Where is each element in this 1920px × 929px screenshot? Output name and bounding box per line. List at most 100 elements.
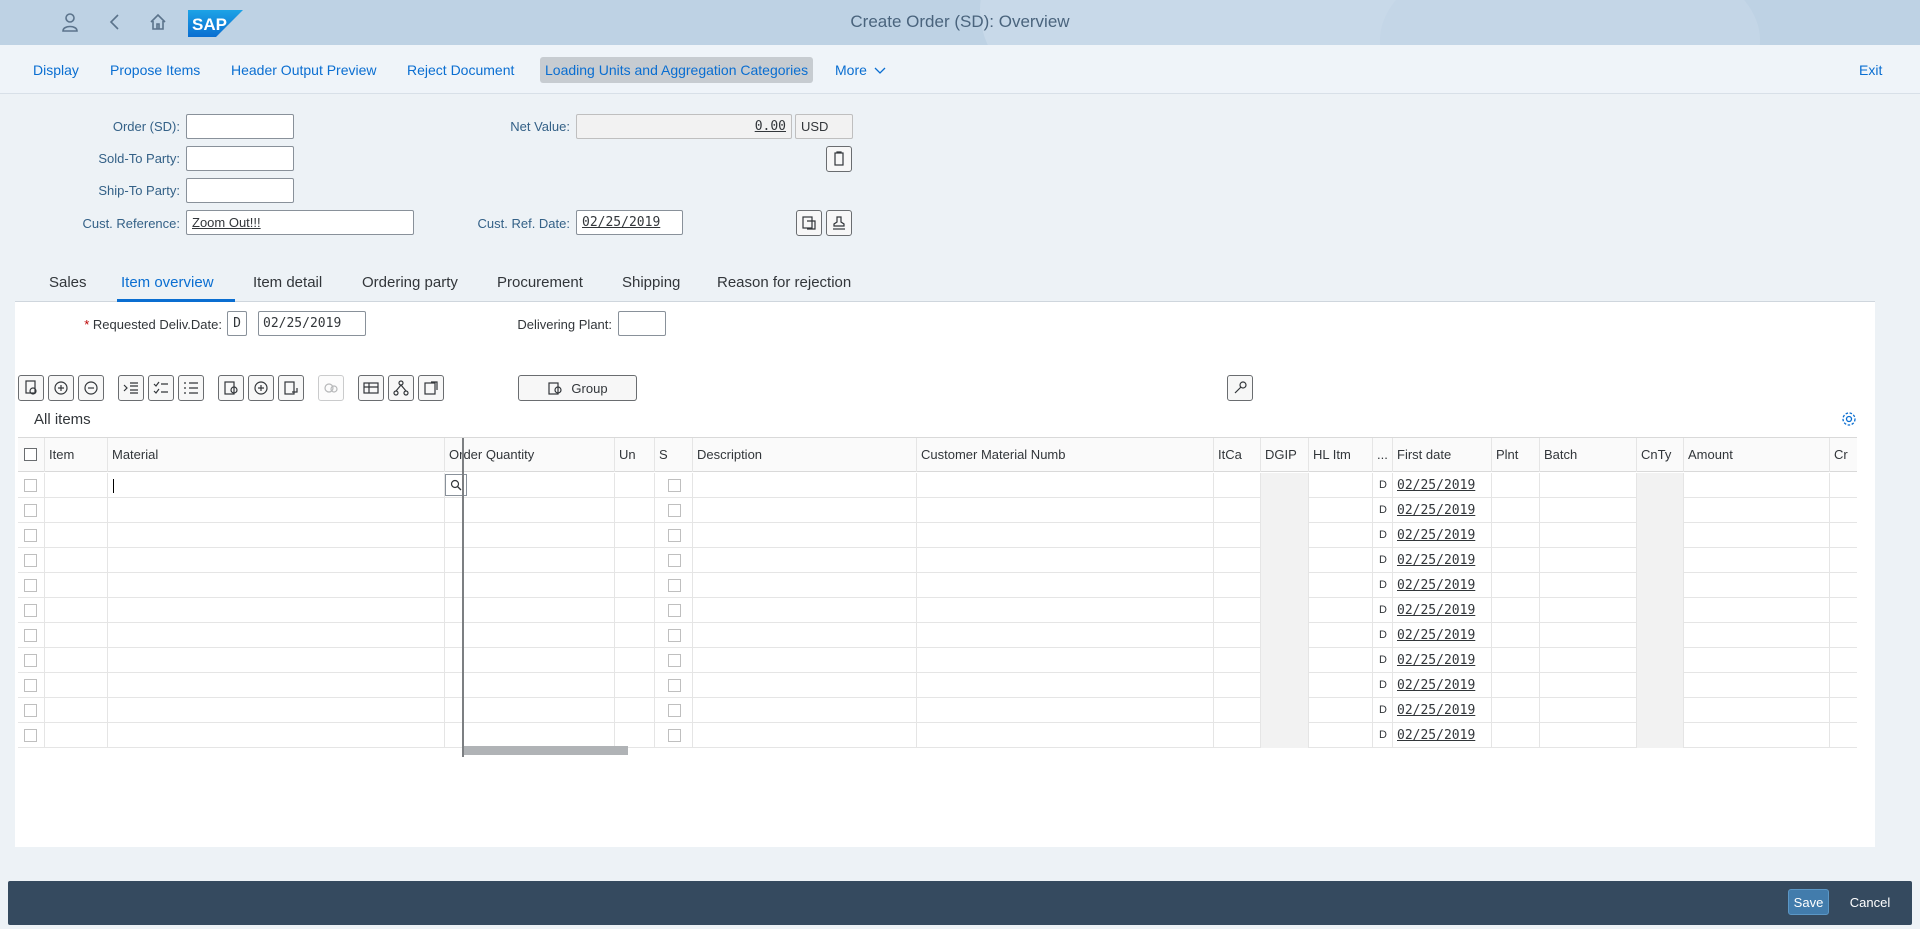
col-dgip-cell[interactable]: [1260, 623, 1308, 648]
col-customer-material-cell[interactable]: [916, 523, 1213, 548]
col-item-cell[interactable]: [44, 498, 107, 523]
col-s-cell[interactable]: [654, 548, 692, 573]
table-row[interactable]: D 02/25/2019: [18, 548, 1857, 573]
col-batch-cell[interactable]: [1539, 648, 1636, 673]
row-select-checkbox[interactable]: [24, 554, 37, 567]
col-cr-cell[interactable]: [1829, 598, 1857, 623]
col-first-date-cell[interactable]: 02/25/2019: [1392, 623, 1491, 648]
col-item-cell[interactable]: [44, 523, 107, 548]
col-dgip-cell[interactable]: [1260, 548, 1308, 573]
col-customer-material-cell[interactable]: [916, 623, 1213, 648]
col-customer-material-cell[interactable]: [916, 648, 1213, 673]
col-item-header[interactable]: Item: [44, 438, 107, 472]
col-hl-itm-cell[interactable]: [1308, 473, 1372, 498]
col-cr-cell[interactable]: [1829, 548, 1857, 573]
col-item-cell[interactable]: [44, 623, 107, 648]
col-batch-cell[interactable]: [1539, 698, 1636, 723]
col-more-cell[interactable]: D: [1372, 598, 1392, 623]
col-s-cell[interactable]: [654, 473, 692, 498]
col-cr-cell[interactable]: [1829, 473, 1857, 498]
col-description-cell[interactable]: [692, 523, 916, 548]
col-more-cell[interactable]: D: [1372, 523, 1392, 548]
col-cnty-header[interactable]: CnTy: [1636, 438, 1683, 472]
col-more-cell[interactable]: D: [1372, 548, 1392, 573]
row-s-checkbox[interactable]: [668, 729, 681, 742]
col-cnty-cell[interactable]: [1636, 598, 1683, 623]
col-cnty-cell[interactable]: [1636, 698, 1683, 723]
col-plnt-header[interactable]: Plnt: [1491, 438, 1539, 472]
col-first-date-cell[interactable]: 02/25/2019: [1392, 573, 1491, 598]
col-itca-cell[interactable]: [1213, 648, 1260, 673]
col-order-quantity-cell[interactable]: [444, 548, 614, 573]
col-batch-cell[interactable]: [1539, 498, 1636, 523]
col-amount-cell[interactable]: [1683, 473, 1829, 498]
col-item-cell[interactable]: [44, 473, 107, 498]
col-order-quantity-header[interactable]: Order Quantity: [444, 438, 614, 472]
tab-item-overview[interactable]: Item overview: [121, 274, 214, 291]
col-cnty-cell[interactable]: [1636, 648, 1683, 673]
col-first-date-header[interactable]: First date: [1392, 438, 1491, 472]
col-customer-material-cell[interactable]: [916, 473, 1213, 498]
col-description-cell[interactable]: [692, 648, 916, 673]
col-itca-cell[interactable]: [1213, 598, 1260, 623]
col-hl-itm-cell[interactable]: [1308, 723, 1372, 748]
col-itca-cell[interactable]: [1213, 523, 1260, 548]
col-s-cell[interactable]: [654, 698, 692, 723]
col-cr-cell[interactable]: [1829, 623, 1857, 648]
row-s-checkbox[interactable]: [668, 529, 681, 542]
col-material-cell[interactable]: [107, 698, 444, 723]
col-order-quantity-cell[interactable]: [444, 498, 614, 523]
col-description-cell[interactable]: [692, 573, 916, 598]
deliv-date-unit-field[interactable]: D: [227, 311, 247, 336]
col-customer-material-cell[interactable]: [916, 573, 1213, 598]
col-hl-itm-cell[interactable]: [1308, 673, 1372, 698]
col-cnty-cell[interactable]: [1636, 523, 1683, 548]
col-plnt-cell[interactable]: [1491, 523, 1539, 548]
col-un-cell[interactable]: [614, 598, 654, 623]
col-plnt-cell[interactable]: [1491, 623, 1539, 648]
col-order-quantity-cell[interactable]: [444, 623, 614, 648]
table-row[interactable]: D 02/25/2019: [18, 698, 1857, 723]
col-material-cell[interactable]: [107, 673, 444, 698]
col-more-cell[interactable]: D: [1372, 573, 1392, 598]
document-icon[interactable]: [826, 146, 852, 172]
select-all-checkbox[interactable]: [24, 448, 37, 461]
col-item-cell[interactable]: [44, 673, 107, 698]
row-s-checkbox[interactable]: [668, 479, 681, 492]
col-un-cell[interactable]: [614, 648, 654, 673]
col-description-cell[interactable]: [692, 723, 916, 748]
col-customer-material-cell[interactable]: [916, 673, 1213, 698]
col-dgip-cell[interactable]: [1260, 498, 1308, 523]
table-settings-icon[interactable]: [358, 375, 384, 401]
loading-units-button[interactable]: Loading Units and Aggregation Categories: [540, 57, 814, 83]
row-s-checkbox[interactable]: [668, 704, 681, 717]
col-plnt-cell[interactable]: [1491, 473, 1539, 498]
tab-procurement[interactable]: Procurement: [497, 274, 583, 291]
col-cr-cell[interactable]: [1829, 573, 1857, 598]
col-plnt-cell[interactable]: [1491, 723, 1539, 748]
row-select-checkbox[interactable]: [24, 479, 37, 492]
row-s-checkbox[interactable]: [668, 679, 681, 692]
col-order-quantity-cell[interactable]: [444, 698, 614, 723]
col-cr-header[interactable]: Cr: [1829, 438, 1857, 472]
col-itca-cell[interactable]: [1213, 623, 1260, 648]
col-cnty-cell[interactable]: [1636, 673, 1683, 698]
indent-icon[interactable]: [118, 375, 144, 401]
col-material-cell[interactable]: [107, 498, 444, 523]
col-s-cell[interactable]: [654, 673, 692, 698]
gear-icon[interactable]: [1841, 411, 1857, 432]
col-material-cell[interactable]: [107, 473, 444, 498]
col-cr-cell[interactable]: [1829, 498, 1857, 523]
col-description-cell[interactable]: [692, 473, 916, 498]
row-select-checkbox[interactable]: [24, 529, 37, 542]
col-s-cell[interactable]: [654, 523, 692, 548]
col-description-cell[interactable]: [692, 698, 916, 723]
table-row[interactable]: D 02/25/2019: [18, 573, 1857, 598]
col-hl-itm-cell[interactable]: [1308, 623, 1372, 648]
row-select-checkbox[interactable]: [24, 729, 37, 742]
configuration-icon[interactable]: [278, 375, 304, 401]
tab-shipping[interactable]: Shipping: [622, 274, 680, 291]
col-order-quantity-cell[interactable]: [444, 523, 614, 548]
col-plnt-cell[interactable]: [1491, 573, 1539, 598]
display-button[interactable]: Display: [29, 57, 83, 83]
